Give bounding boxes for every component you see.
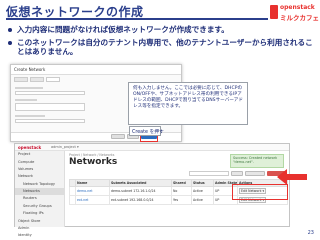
- sidebar-item-project[interactable]: Project: [15, 151, 64, 158]
- table-cell: Active: [191, 186, 214, 196]
- success-toast: Success: Created network "demo-net".: [230, 154, 284, 168]
- tab-subnet-details[interactable]: [46, 77, 60, 82]
- filter-button[interactable]: [231, 171, 243, 176]
- tab-subnet[interactable]: [30, 77, 44, 82]
- table-cell: ext-subnet 192.168.0.0/24: [109, 195, 172, 205]
- tab-network[interactable]: [14, 77, 28, 82]
- form-field[interactable]: [15, 103, 85, 111]
- sidebar-item-network-topology[interactable]: Network Topology: [15, 181, 64, 188]
- form-label: [15, 99, 37, 101]
- form-label: [15, 115, 45, 117]
- bullet-list: 入力内容に問題がなければ仮想ネットワークが作成できます。 このネットワークは自分…: [8, 25, 314, 60]
- networks-screenshot: openstack admin_project ▾ Project Comput…: [14, 143, 290, 237]
- table-cell: demo-subnet 172.16.1.0/24: [109, 186, 172, 196]
- logo-mark-icon: [270, 5, 278, 19]
- options-callout: 何も入力しません。ここでは必要に応じて、DHCPのON/OFFや、サブネットアド…: [128, 82, 248, 125]
- dialog-title: Create Network: [11, 65, 181, 75]
- form-field[interactable]: [15, 119, 85, 123]
- create-callout: Create を押す: [129, 126, 164, 136]
- form-label: [15, 87, 43, 89]
- title-underline: [6, 18, 268, 20]
- sidebar-item-identity[interactable]: Identity: [15, 232, 64, 239]
- sidebar-item-security-groups[interactable]: Security Groups: [15, 203, 64, 210]
- filter-bar: [69, 170, 287, 177]
- table-cell: No: [171, 186, 192, 196]
- logo: openstack ミルクカフェ: [270, 2, 319, 22]
- slide: 仮想ネットワークの作成 openstack ミルクカフェ 入力内容に問題がなけれ…: [0, 0, 320, 240]
- sidebar-item-routers[interactable]: Routers: [15, 195, 64, 202]
- logo-line-2: ミルクカフェ: [280, 14, 319, 22]
- sidebar-item-admin[interactable]: Admin: [15, 225, 64, 232]
- filter-input[interactable]: [189, 171, 229, 176]
- created-network-highlight: [232, 184, 288, 200]
- sidebar-item-network[interactable]: Network: [15, 173, 64, 180]
- column-header[interactable]: Subnets Associated: [109, 179, 172, 187]
- bullet-1: 入力内容に問題がなければ仮想ネットワークが作成できます。: [8, 25, 314, 35]
- form-field[interactable]: [15, 91, 85, 95]
- openstack-brand: openstack: [18, 145, 42, 150]
- project-selector[interactable]: admin_project ▾: [51, 145, 79, 149]
- cancel-button[interactable]: [111, 134, 125, 139]
- column-header[interactable]: Name: [75, 179, 110, 187]
- network-name-link[interactable]: demo-net: [75, 186, 110, 196]
- sidebar-item-networks[interactable]: Networks: [15, 187, 64, 196]
- column-header[interactable]: Status: [191, 179, 214, 187]
- bullet-2: このネットワークは自分のテナント内専用で、他のテナントユーザーから利用されること…: [8, 38, 314, 57]
- create-network-button[interactable]: [245, 171, 265, 176]
- pointer-arrow-icon: [277, 169, 307, 185]
- column-header[interactable]: Shared: [171, 179, 192, 187]
- table-cell: Active: [191, 195, 214, 205]
- sidebar-item-object-store[interactable]: Object Store: [15, 217, 64, 224]
- network-name-link[interactable]: ext-net: [75, 195, 110, 205]
- table-cell: Yes: [171, 195, 192, 205]
- top-bar: openstack admin_project ▾: [15, 144, 289, 151]
- sidebar: Project Compute Volumes Network Network …: [15, 151, 65, 237]
- sidebar-item-volumes[interactable]: Volumes: [15, 166, 64, 173]
- logo-line-1: openstack: [280, 4, 315, 11]
- arrow-shape: [277, 169, 307, 185]
- page-number: 23: [307, 230, 314, 236]
- sidebar-item-compute[interactable]: Compute: [15, 158, 64, 165]
- sidebar-item-floating-ips[interactable]: Floating IPs: [15, 210, 64, 217]
